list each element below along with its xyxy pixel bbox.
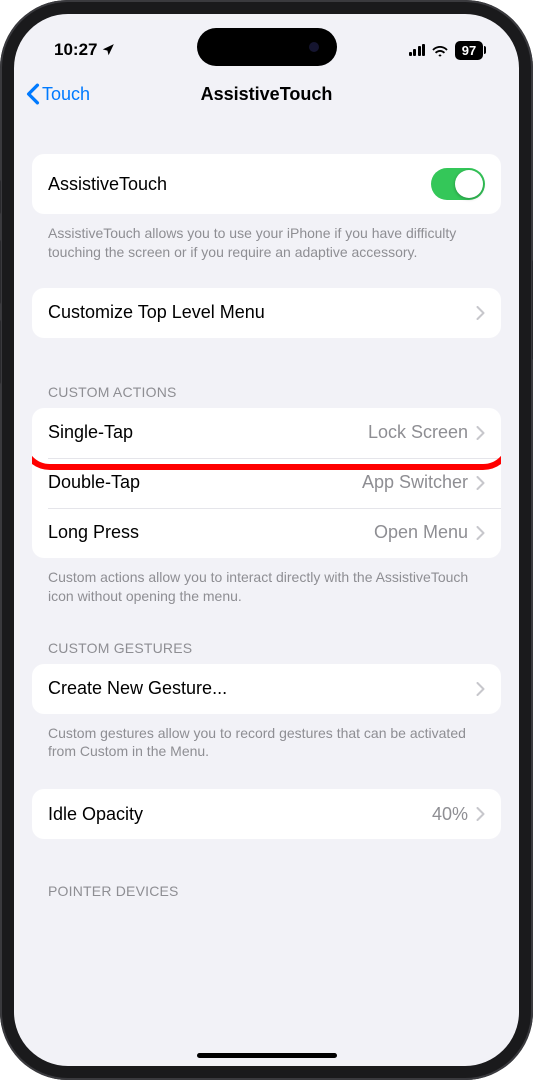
assistivetouch-toggle-group: AssistiveTouch bbox=[32, 154, 501, 214]
idle-opacity-row[interactable]: Idle Opacity 40% bbox=[32, 789, 501, 839]
idle-opacity-value: 40% bbox=[432, 804, 468, 825]
assistivetouch-toggle[interactable] bbox=[431, 168, 485, 200]
battery-icon: 97 bbox=[455, 41, 483, 60]
nav-header: Touch AssistiveTouch bbox=[14, 70, 519, 118]
back-button[interactable]: Touch bbox=[26, 83, 90, 105]
volume-up-button bbox=[0, 240, 1, 304]
status-time: 10:27 bbox=[54, 40, 97, 60]
double-tap-label: Double-Tap bbox=[48, 472, 362, 493]
single-tap-label: Single-Tap bbox=[48, 422, 368, 443]
single-tap-value: Lock Screen bbox=[368, 422, 468, 443]
chevron-right-icon bbox=[476, 682, 485, 696]
customize-label: Customize Top Level Menu bbox=[48, 302, 476, 323]
chevron-right-icon bbox=[476, 476, 485, 490]
screen: 10:27 97 Touch AssistiveTouch AssistiveT… bbox=[14, 14, 519, 1066]
create-gesture-label: Create New Gesture... bbox=[48, 678, 476, 699]
chevron-right-icon bbox=[476, 526, 485, 540]
dynamic-island bbox=[197, 28, 337, 66]
cellular-signal-icon bbox=[409, 44, 426, 56]
double-tap-value: App Switcher bbox=[362, 472, 468, 493]
custom-actions-header: CUSTOM ACTIONS bbox=[32, 384, 501, 408]
phone-frame: 10:27 97 Touch AssistiveTouch AssistiveT… bbox=[0, 0, 533, 1080]
custom-actions-footer: Custom actions allow you to interact dir… bbox=[32, 558, 501, 606]
long-press-value: Open Menu bbox=[374, 522, 468, 543]
custom-gestures-header: CUSTOM GESTURES bbox=[32, 640, 501, 664]
back-label: Touch bbox=[42, 84, 90, 105]
custom-gestures-footer: Custom gestures allow you to record gest… bbox=[32, 714, 501, 762]
chevron-right-icon bbox=[476, 807, 485, 821]
battery-percentage: 97 bbox=[462, 43, 476, 58]
custom-gestures-group: Create New Gesture... bbox=[32, 664, 501, 714]
wifi-icon bbox=[431, 44, 449, 57]
long-press-label: Long Press bbox=[48, 522, 374, 543]
content-scroll[interactable]: AssistiveTouch AssistiveTouch allows you… bbox=[14, 118, 519, 1066]
idle-opacity-group: Idle Opacity 40% bbox=[32, 789, 501, 839]
chevron-left-icon bbox=[26, 83, 40, 105]
mute-switch bbox=[0, 180, 1, 214]
double-tap-row[interactable]: Double-Tap App Switcher bbox=[32, 458, 501, 508]
pointer-devices-header: POINTER DEVICES bbox=[32, 883, 501, 907]
long-press-row[interactable]: Long Press Open Menu bbox=[32, 508, 501, 558]
customize-top-level-menu-row[interactable]: Customize Top Level Menu bbox=[32, 288, 501, 338]
create-new-gesture-row[interactable]: Create New Gesture... bbox=[32, 664, 501, 714]
single-tap-row[interactable]: Single-Tap Lock Screen bbox=[32, 408, 501, 458]
idle-opacity-label: Idle Opacity bbox=[48, 804, 432, 825]
page-title: AssistiveTouch bbox=[201, 84, 333, 105]
chevron-right-icon bbox=[476, 426, 485, 440]
volume-down-button bbox=[0, 320, 1, 384]
home-indicator[interactable] bbox=[197, 1053, 337, 1058]
assistivetouch-toggle-row[interactable]: AssistiveTouch bbox=[32, 154, 501, 214]
customize-menu-group: Customize Top Level Menu bbox=[32, 288, 501, 338]
assistivetouch-footer: AssistiveTouch allows you to use your iP… bbox=[32, 214, 501, 262]
location-icon bbox=[101, 43, 115, 57]
assistivetouch-label: AssistiveTouch bbox=[48, 174, 431, 195]
custom-actions-group: Single-Tap Lock Screen Double-Tap App Sw… bbox=[32, 408, 501, 558]
chevron-right-icon bbox=[476, 306, 485, 320]
